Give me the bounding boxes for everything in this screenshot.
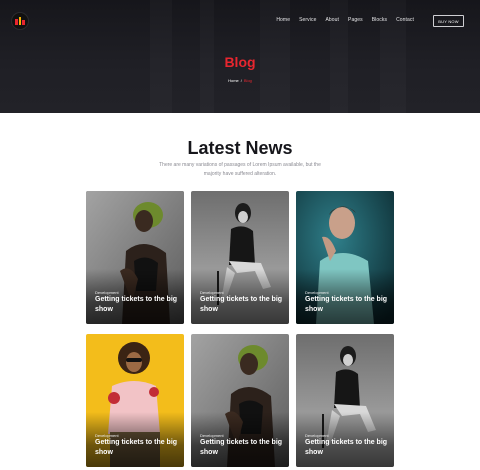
nav-blocks[interactable]: Blocks (372, 17, 387, 23)
nav-about[interactable]: About (325, 17, 339, 23)
breadcrumb-separator: / (240, 78, 242, 83)
card-title[interactable]: Getting tickets to the big show (200, 295, 284, 315)
card-title[interactable]: Getting tickets to the big show (305, 438, 389, 458)
breadcrumb: Home / Blog (0, 78, 480, 83)
nav-service[interactable]: Service (299, 17, 316, 23)
page-title: Blog (224, 54, 256, 70)
news-card[interactable]: Development Getting tickets to the big s… (296, 334, 394, 467)
news-card[interactable]: Development Getting tickets to the big s… (296, 191, 394, 324)
nav-contact[interactable]: Contact (396, 17, 414, 23)
news-card[interactable]: Development Getting tickets to the big s… (191, 334, 289, 467)
card-title[interactable]: Getting tickets to the big show (95, 295, 179, 315)
hero-banner: Home Service About Pages Blocks Contact … (0, 0, 480, 113)
breadcrumb-current: Blog (243, 78, 252, 83)
main-nav: Home Service About Pages Blocks Contact (276, 17, 414, 23)
nav-pages[interactable]: Pages (348, 17, 363, 23)
news-card[interactable]: Development Getting tickets to the big s… (86, 191, 184, 324)
section-title: Latest News (187, 138, 293, 158)
card-title[interactable]: Getting tickets to the big show (305, 295, 389, 315)
card-title[interactable]: Getting tickets to the big show (95, 438, 179, 458)
news-card[interactable]: Development Getting tickets to the big s… (191, 191, 289, 324)
nav-home[interactable]: Home (276, 17, 290, 23)
logo-icon[interactable] (12, 13, 28, 29)
breadcrumb-home[interactable]: Home (228, 78, 239, 83)
section-subtitle: There are many variations of passages of… (159, 162, 321, 177)
news-card[interactable]: Development Getting tickets to the big s… (86, 334, 184, 467)
card-title[interactable]: Getting tickets to the big show (200, 438, 284, 458)
buy-now-button[interactable]: BUY NOW (433, 15, 464, 27)
